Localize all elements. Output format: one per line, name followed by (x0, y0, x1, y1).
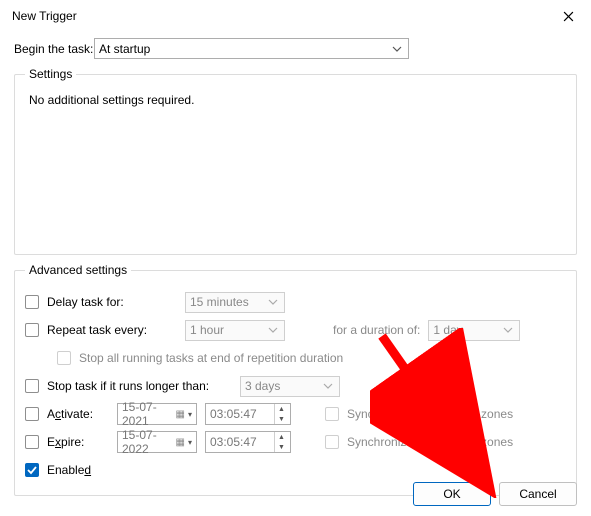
begin-task-row: Begin the task: At startup (14, 38, 577, 59)
calendar-icon: ▦ (175, 409, 186, 420)
advanced-group: Advanced settings Delay task for: 15 min… (14, 263, 577, 496)
begin-task-label: Begin the task: (14, 42, 94, 56)
time-spinner[interactable]: ▲▼ (274, 404, 288, 424)
cancel-label: Cancel (519, 487, 556, 501)
expire-label: Expire: (47, 435, 109, 449)
spinner-up-icon[interactable]: ▲ (275, 404, 288, 414)
expire-row: Expire: 15-07-2022 ▦ ▾ 03:05:47 ▲▼ Synch… (25, 431, 566, 453)
expire-sync-wrap: Synchronize across time zones (325, 435, 513, 449)
delay-combo[interactable]: 15 minutes (185, 292, 285, 313)
enabled-checkbox[interactable] (25, 463, 39, 477)
expire-sync-label: Synchronize across time zones (347, 435, 513, 449)
activate-sync-checkbox[interactable] (325, 407, 339, 421)
repeat-checkbox[interactable] (25, 323, 39, 337)
activate-label: Activate: (47, 407, 109, 421)
delay-checkbox[interactable] (25, 295, 39, 309)
stopif-combo[interactable]: 3 days (240, 376, 340, 397)
time-spinner[interactable]: ▲▼ (274, 432, 288, 452)
duration-label: for a duration of: (333, 323, 420, 337)
cancel-button[interactable]: Cancel (499, 482, 577, 506)
stop-all-label: Stop all running tasks at end of repetit… (79, 351, 343, 365)
expire-sync-checkbox[interactable] (325, 435, 339, 449)
activate-date-value: 15-07-2021 (122, 400, 175, 428)
activate-row: Activate: 15-07-2021 ▦ ▾ 03:05:47 ▲▼ Syn… (25, 403, 566, 425)
delay-row: Delay task for: 15 minutes (25, 291, 566, 313)
activate-date[interactable]: 15-07-2021 ▦ ▾ (117, 403, 197, 425)
activate-time[interactable]: 03:05:47 ▲▼ (205, 403, 291, 425)
repeat-combo[interactable]: 1 hour (185, 320, 285, 341)
stopif-value: 3 days (245, 379, 280, 393)
close-button[interactable] (545, 0, 591, 32)
chevron-down-icon (323, 383, 333, 389)
stopif-row: Stop task if it runs longer than: 3 days (25, 375, 566, 397)
repeat-row: Repeat task every: 1 hour for a duration… (25, 319, 566, 341)
expire-checkbox[interactable] (25, 435, 39, 449)
stop-all-checkbox[interactable] (57, 351, 71, 365)
titlebar: New Trigger (0, 0, 591, 32)
activate-sync-wrap: Synchronize across time zones (325, 407, 513, 421)
settings-legend: Settings (25, 67, 76, 81)
expire-time[interactable]: 03:05:47 ▲▼ (205, 431, 291, 453)
delay-value: 15 minutes (190, 295, 249, 309)
expire-time-value: 03:05:47 (210, 435, 257, 449)
chevron-down-icon: ▾ (186, 438, 194, 447)
begin-task-value: At startup (99, 42, 150, 56)
settings-message: No additional settings required. (25, 89, 566, 107)
chevron-down-icon (268, 327, 278, 333)
activate-time-value: 03:05:47 (210, 407, 257, 421)
stopif-checkbox[interactable] (25, 379, 39, 393)
expire-date[interactable]: 15-07-2022 ▦ ▾ (117, 431, 197, 453)
spinner-up-icon[interactable]: ▲ (275, 432, 288, 442)
stopif-label: Stop task if it runs longer than: (47, 379, 232, 393)
chevron-down-icon (392, 46, 402, 52)
expire-date-value: 15-07-2022 (122, 428, 175, 456)
duration-combo[interactable]: 1 day (428, 320, 520, 341)
close-icon (563, 11, 574, 22)
stop-all-row: Stop all running tasks at end of repetit… (57, 347, 566, 369)
chevron-down-icon (503, 327, 513, 333)
dialog-buttons: OK Cancel (413, 482, 577, 506)
chevron-down-icon: ▾ (186, 410, 194, 419)
activate-checkbox[interactable] (25, 407, 39, 421)
spinner-down-icon[interactable]: ▼ (275, 442, 288, 452)
calendar-icon: ▦ (175, 437, 186, 448)
delay-label: Delay task for: (47, 295, 177, 309)
window-title: New Trigger (12, 9, 545, 23)
enabled-row: Enabled (25, 459, 566, 481)
repeat-label: Repeat task every: (47, 323, 177, 337)
spinner-down-icon[interactable]: ▼ (275, 414, 288, 424)
settings-group: Settings No additional settings required… (14, 67, 577, 255)
enabled-label: Enabled (47, 463, 91, 477)
ok-button[interactable]: OK (413, 482, 491, 506)
activate-sync-label: Synchronize across time zones (347, 407, 513, 421)
repeat-value: 1 hour (190, 323, 224, 337)
chevron-down-icon (268, 299, 278, 305)
begin-task-combo[interactable]: At startup (94, 38, 409, 59)
duration-value: 1 day (433, 323, 462, 337)
ok-label: OK (443, 487, 460, 501)
advanced-legend: Advanced settings (25, 263, 131, 277)
